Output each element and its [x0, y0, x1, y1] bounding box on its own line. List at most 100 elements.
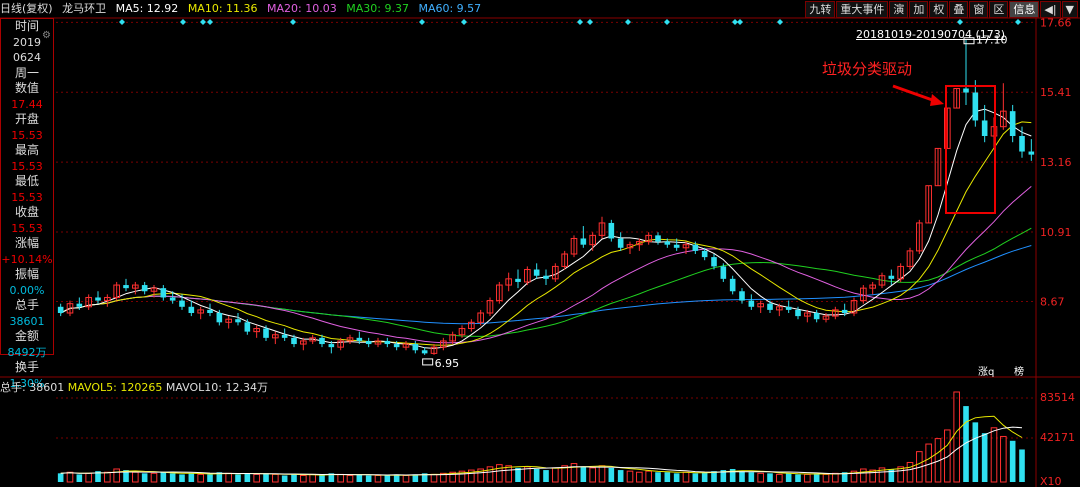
- candle-body-down: [244, 322, 251, 332]
- total-volume-label: 总手: 38601: [0, 381, 65, 394]
- high-value: 15.53: [11, 159, 43, 173]
- candle-body-down: [141, 285, 148, 292]
- candle-body-down: [319, 337, 325, 345]
- candle-body-down: [291, 337, 297, 345]
- open-value: 15.53: [11, 128, 43, 142]
- value-label: 数值: [14, 81, 39, 95]
- period-label[interactable]: 日线(复权): [0, 2, 53, 15]
- event-marker-icon: [737, 19, 743, 25]
- candle-body-down: [235, 319, 241, 323]
- major-events-button[interactable]: 重大事件: [836, 1, 889, 18]
- volume-tick-label: X10: [1040, 475, 1062, 487]
- candle-body-down: [1009, 111, 1016, 136]
- volume-bar-down: [813, 473, 820, 482]
- candle-body-down: [664, 241, 671, 245]
- event-marker-icon: [200, 19, 206, 25]
- volume-bar-up: [85, 472, 92, 483]
- kline-chart[interactable]: 17.66 15.41 13.16 10.91 8.67 83514 42171 X10 17.…: [0, 0, 1080, 487]
- volume-header: 总手: 38601 MAVOL5: 120265 MAVOL10: 12.34万: [0, 379, 268, 395]
- candle-body-down: [729, 278, 736, 292]
- volume-bar-up: [589, 467, 596, 483]
- candle-body-down: [673, 244, 680, 248]
- window-button[interactable]: 窗: [969, 1, 989, 18]
- event-marker-icon: [119, 19, 125, 25]
- volume-bar-up: [346, 474, 354, 483]
- weekday-value: 周一: [14, 65, 39, 80]
- volume-bar-down: [76, 474, 83, 482]
- arrow-head-icon: [930, 94, 944, 106]
- jiuzhuan-button[interactable]: 九转: [805, 1, 836, 18]
- annotation-text: 垃圾分类驱动: [822, 60, 913, 78]
- volume-bar-down: [617, 470, 624, 482]
- tag-label: 榜: [1014, 365, 1024, 378]
- date-value: 0624: [13, 51, 41, 64]
- volume-bar-up: [104, 471, 111, 483]
- amplitude-label: 振幅: [14, 267, 39, 281]
- volume-bar-down: [785, 473, 792, 482]
- volume-bar-down: [365, 475, 372, 482]
- value-value: 17.44: [11, 97, 43, 111]
- candle-body-down: [655, 235, 661, 242]
- volume-bar-down: [748, 472, 755, 482]
- volume-bar-down: [141, 473, 148, 482]
- volume-bar-up: [337, 473, 344, 483]
- price-tick-label: 10.91: [1040, 226, 1072, 239]
- candle-body-down: [421, 350, 428, 354]
- volume-bar-up: [776, 473, 783, 483]
- volume-bar-up: [430, 473, 438, 483]
- candle-body-down: [720, 266, 727, 279]
- candle-body-down: [785, 306, 792, 310]
- event-marker-icon: [1015, 19, 1021, 25]
- candle-body-down: [739, 291, 745, 301]
- amount-label: 金额: [14, 329, 39, 343]
- candle-body-down: [1019, 136, 1025, 152]
- volume-bar-down: [160, 472, 167, 482]
- mavol5-label: MAVOL5: 120265: [67, 381, 163, 394]
- event-marker-icon: [577, 19, 583, 25]
- volume-bar-up: [626, 470, 634, 483]
- volume-bar-down: [356, 474, 363, 482]
- range-button[interactable]: 区: [989, 1, 1009, 18]
- volume-bar-up: [682, 471, 690, 483]
- candle-body-down: [76, 303, 83, 307]
- volume-bar-down: [281, 475, 288, 482]
- volume-bar-up: [645, 470, 652, 483]
- volume-bar-down: [244, 473, 251, 482]
- volume-bar-down: [580, 466, 587, 482]
- volume-bar-down: [664, 472, 671, 482]
- stock-name: 龙马环卫: [62, 2, 107, 15]
- volume-bar-up: [757, 472, 764, 483]
- candle-body-down: [841, 309, 848, 313]
- volume-bar-up: [552, 467, 559, 483]
- overlay-button[interactable]: 叠: [949, 1, 969, 18]
- collapse-icon[interactable]: ◀|: [1040, 1, 1061, 18]
- volume-bar-down: [179, 474, 185, 482]
- candle-body-down: [179, 300, 185, 307]
- add-button[interactable]: 加: [909, 1, 929, 18]
- price-tick-label: 13.16: [1040, 156, 1072, 169]
- info-button[interactable]: 信息: [1009, 1, 1040, 18]
- change-value: +10.14%: [1, 252, 53, 266]
- candle-body-down: [813, 313, 820, 320]
- candle-body-down: [207, 309, 213, 313]
- min-label: 6.95: [435, 357, 460, 370]
- volume-tick-label: 42171: [1040, 431, 1075, 444]
- ma5-label: MA5: 12.92: [115, 2, 179, 15]
- volume-bar-down: [188, 473, 195, 482]
- volume-tick-label: 83514: [1040, 391, 1075, 404]
- rights-button[interactable]: 权: [929, 1, 949, 18]
- volume-bar-down: [543, 470, 549, 482]
- dropdown-icon[interactable]: ▼: [1061, 1, 1078, 18]
- settings-icon[interactable]: ⚙: [42, 30, 51, 41]
- highlight-box: [945, 85, 996, 214]
- candle-body-down: [533, 269, 540, 276]
- event-marker-icon: [419, 19, 425, 25]
- event-marker-icon: [290, 19, 296, 25]
- volume-bar-down: [981, 433, 988, 482]
- volume-bar-up: [253, 473, 260, 483]
- volume-bar-up: [860, 468, 867, 483]
- candle-body-down: [795, 309, 801, 317]
- volume-bar-up: [150, 472, 158, 483]
- candle-body-down: [711, 257, 717, 267]
- demo-button[interactable]: 演: [889, 1, 909, 18]
